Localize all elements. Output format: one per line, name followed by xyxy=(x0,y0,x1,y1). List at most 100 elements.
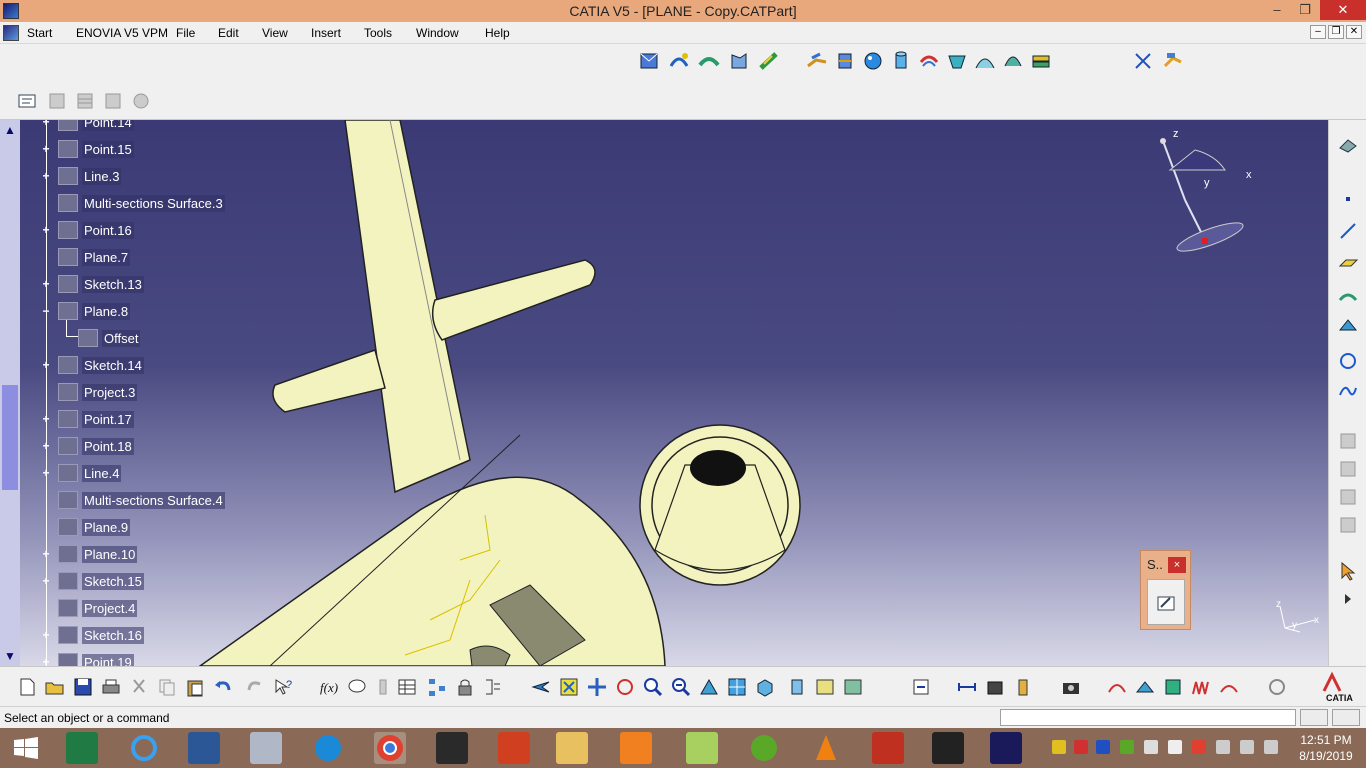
pan-icon[interactable] xyxy=(586,676,608,698)
doc-restore-button[interactable]: ❐ xyxy=(1328,25,1344,39)
rotate-icon[interactable] xyxy=(614,676,636,698)
tray-utorrent-icon[interactable] xyxy=(1120,740,1134,754)
sweep-surface-icon[interactable] xyxy=(698,50,720,72)
tree-expander-icon[interactable]: + xyxy=(41,656,51,666)
tree-scrollbar[interactable]: ▲ ▼ xyxy=(0,120,20,666)
copy-icon[interactable] xyxy=(156,676,178,698)
doc-minimize-button[interactable]: – xyxy=(1310,25,1326,39)
revolve-surface-icon[interactable] xyxy=(668,50,690,72)
menu-edit[interactable]: Edit xyxy=(218,26,239,40)
menu-help[interactable]: Help xyxy=(485,26,510,40)
more-tools-arrow-icon[interactable] xyxy=(1337,588,1359,610)
select-icon[interactable] xyxy=(16,90,38,112)
cut-icon[interactable] xyxy=(128,676,150,698)
circle-tool-icon[interactable] xyxy=(1337,350,1359,372)
tree-node[interactable]: Plane.7 xyxy=(58,247,131,267)
tree-expander-icon[interactable]: + xyxy=(41,278,51,290)
point-tool-icon[interactable] xyxy=(1337,188,1359,210)
battery-icon[interactable] xyxy=(1264,740,1278,754)
tree-expander-icon[interactable]: + xyxy=(41,440,51,452)
new-icon[interactable] xyxy=(16,676,38,698)
tray-network-x-icon[interactable] xyxy=(1144,740,1158,754)
scroll-up-arrow-icon[interactable]: ▲ xyxy=(3,123,17,137)
command-input[interactable] xyxy=(1000,709,1296,726)
vlc-icon[interactable] xyxy=(810,732,842,764)
select-arrow-icon[interactable] xyxy=(1337,560,1359,582)
tree-expander-icon[interactable]: + xyxy=(41,548,51,560)
line-tool-icon[interactable] xyxy=(1337,220,1359,242)
zoom-out-icon[interactable] xyxy=(670,676,692,698)
internet-explorer-icon[interactable] xyxy=(128,732,160,764)
spline-tool-icon[interactable] xyxy=(1337,380,1359,402)
tree-node[interactable]: Sketch.14 xyxy=(58,355,144,375)
tray-app-icon[interactable] xyxy=(1052,740,1066,754)
clock-date[interactable]: 8/19/2019 xyxy=(1296,749,1356,763)
scrollbar-thumb[interactable] xyxy=(2,385,18,490)
healing-icon[interactable] xyxy=(1030,50,1052,72)
zoom-in-icon[interactable] xyxy=(642,676,664,698)
redo-icon[interactable] xyxy=(244,676,266,698)
tree-node[interactable]: Point.19 xyxy=(58,652,134,666)
blend-surface-icon[interactable] xyxy=(758,50,780,72)
menu-start[interactable]: Start xyxy=(27,26,52,40)
update-icon[interactable] xyxy=(910,676,932,698)
connect-checker-icon[interactable] xyxy=(1218,676,1240,698)
tree-node[interactable]: Sketch.13 xyxy=(58,274,144,294)
clock-time[interactable]: 12:51 PM xyxy=(1296,733,1356,747)
tray-solidworks-icon[interactable] xyxy=(1074,740,1088,754)
projection-tool-icon[interactable] xyxy=(1337,286,1359,308)
offset-surface-icon[interactable] xyxy=(918,50,940,72)
utorrent-icon[interactable] xyxy=(748,732,780,764)
picsart-icon[interactable] xyxy=(436,732,468,764)
measure-between-icon[interactable] xyxy=(956,676,978,698)
loft-icon[interactable] xyxy=(974,50,996,72)
menu-view[interactable]: View xyxy=(262,26,288,40)
tree-expander-icon[interactable]: + xyxy=(41,629,51,641)
document-icon[interactable] xyxy=(3,25,19,41)
capture-icon[interactable] xyxy=(1060,676,1082,698)
fly-mode-icon[interactable] xyxy=(530,676,552,698)
compass-icon[interactable]: z x y xyxy=(1150,125,1260,270)
tree-node[interactable]: Plane.8 xyxy=(58,301,131,321)
doc-close-button[interactable]: ✕ xyxy=(1346,25,1362,39)
normal-view-icon[interactable] xyxy=(698,676,720,698)
extrude-surface-icon[interactable] xyxy=(638,50,660,72)
mini-window-close-button[interactable]: × xyxy=(1168,557,1186,573)
design-table-tool-icon[interactable] xyxy=(396,676,418,698)
intersection-tool-icon[interactable] xyxy=(1337,314,1359,336)
tree-node[interactable]: Sketch.16 xyxy=(58,625,144,645)
pdf-app-icon[interactable] xyxy=(872,732,904,764)
tree-node[interactable]: Multi-sections Surface.3 xyxy=(58,193,225,213)
tree-node[interactable]: Line.4 xyxy=(58,463,122,483)
tree-node[interactable]: Point.14 xyxy=(58,120,134,132)
command-history-button[interactable] xyxy=(1300,709,1328,726)
tree-node[interactable]: Plane.9 xyxy=(58,517,131,537)
tree-expander-icon[interactable]: + xyxy=(41,224,51,236)
split-icon[interactable] xyxy=(834,50,856,72)
undo-icon[interactable] xyxy=(212,676,234,698)
sphere-icon[interactable] xyxy=(862,50,884,72)
reframe-icon[interactable] xyxy=(1266,676,1288,698)
close-button[interactable]: ✕ xyxy=(1320,0,1366,20)
windows-start-icon[interactable] xyxy=(10,732,42,764)
multi-section-surface-toolbar-icon[interactable] xyxy=(946,50,968,72)
analysis-icon[interactable] xyxy=(1106,676,1128,698)
onedrive-icon[interactable] xyxy=(1168,740,1182,754)
paste-icon[interactable] xyxy=(184,676,206,698)
powerpoint-icon[interactable] xyxy=(498,732,530,764)
draft-analysis-icon[interactable] xyxy=(1134,676,1156,698)
tree-node[interactable]: Project.4 xyxy=(58,598,138,618)
volume-icon[interactable] xyxy=(1240,740,1254,754)
menu-file[interactable]: File xyxy=(176,26,195,40)
tree-expander-icon[interactable]: + xyxy=(41,413,51,425)
menu-tools[interactable]: Tools xyxy=(364,26,392,40)
folder-app-icon[interactable] xyxy=(686,732,718,764)
sync-app-icon[interactable] xyxy=(312,732,344,764)
tree-node[interactable]: Sketch.15 xyxy=(58,571,144,591)
media-player-icon[interactable] xyxy=(620,732,652,764)
chrome-icon[interactable] xyxy=(374,732,406,764)
tree-node[interactable]: Point.15 xyxy=(58,139,134,159)
fill-surface-icon[interactable] xyxy=(728,50,750,72)
tree-expander-icon[interactable]: + xyxy=(41,467,51,479)
sketcher-icon[interactable] xyxy=(1337,134,1359,156)
